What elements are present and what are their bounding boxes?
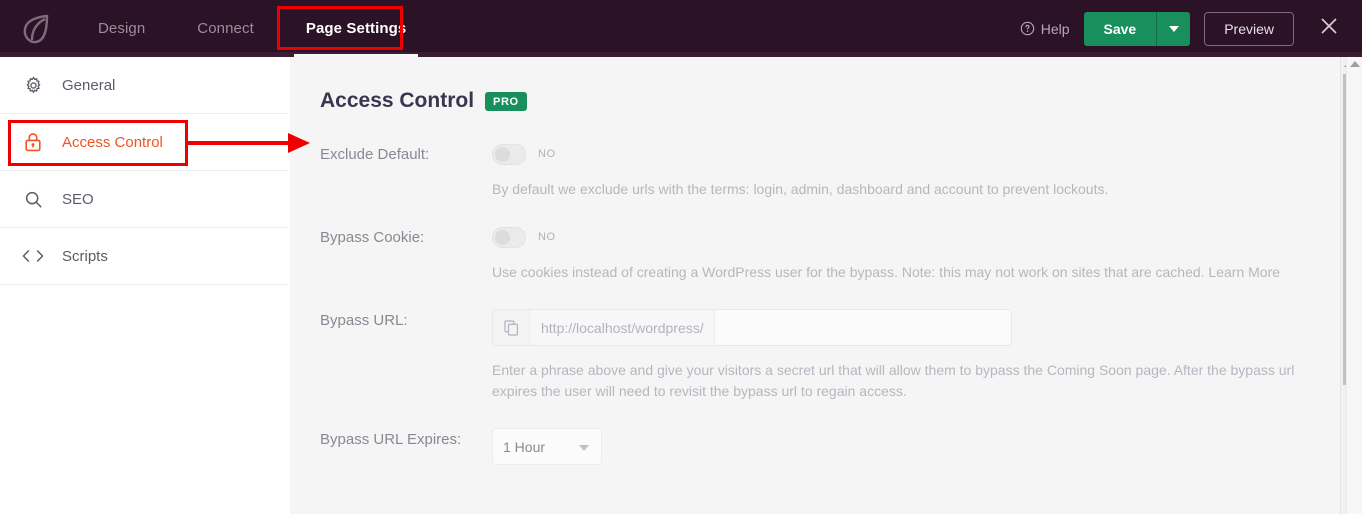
sidebar-item-access-control-label: Access Control: [62, 134, 163, 151]
window-scroll-up-button[interactable]: [1347, 57, 1362, 71]
row-exclude-default: Exclude Default: NO By default we exclud…: [320, 143, 1340, 200]
bypass-url-expires-label: Bypass URL Expires:: [320, 428, 492, 465]
tab-connect-label: Connect: [197, 20, 254, 37]
bypass-cookie-help: Use cookies instead of creating a WordPr…: [492, 262, 1302, 283]
bypass-url-field: http://localhost/wordpress/: [492, 309, 1012, 346]
code-brackets-icon: [22, 248, 44, 264]
page-title: Access Control: [320, 89, 474, 113]
chevron-down-icon: [1169, 26, 1179, 32]
settings-content-panel: Access Control PRO Exclude Default: NO B…: [290, 57, 1340, 514]
bypass-cookie-toggle[interactable]: [492, 227, 526, 248]
tab-page-settings[interactable]: Page Settings: [280, 0, 433, 57]
sidebar-item-seo-label: SEO: [62, 191, 94, 208]
row-bypass-url-expires: Bypass URL Expires: 1 Hour: [320, 428, 1340, 465]
toggle-knob: [495, 230, 510, 245]
tab-connect[interactable]: Connect: [171, 0, 280, 57]
sidebar-item-general-label: General: [62, 77, 115, 94]
toggle-knob: [495, 147, 510, 162]
bypass-url-expires-value: 1 Hour: [503, 439, 545, 455]
save-dropdown-toggle[interactable]: [1156, 12, 1190, 46]
exclude-default-toggle[interactable]: [492, 144, 526, 165]
save-button-group: Save: [1084, 12, 1191, 46]
app-logo[interactable]: [0, 0, 72, 57]
tab-design[interactable]: Design: [72, 0, 171, 57]
app-root: Design Connect Page Settings Help: [0, 0, 1362, 514]
help-label: Help: [1041, 21, 1070, 37]
exclude-default-label: Exclude Default:: [320, 143, 492, 200]
bypass-url-input[interactable]: [715, 310, 1011, 345]
bypass-url-help: Enter a phrase above and give your visit…: [492, 360, 1302, 402]
exclude-default-control: NO: [492, 143, 1340, 165]
save-button[interactable]: Save: [1084, 12, 1157, 46]
pro-badge: PRO: [485, 92, 527, 111]
exclude-default-help: By default we exclude urls with the term…: [492, 179, 1302, 200]
chevron-down-icon: [579, 445, 589, 451]
close-button[interactable]: [1312, 12, 1346, 46]
bypass-cookie-toggle-state: NO: [538, 231, 556, 243]
tab-page-settings-label: Page Settings: [306, 20, 407, 37]
page-header: Access Control PRO: [320, 89, 1340, 113]
bypass-url-prefix: http://localhost/wordpress/: [530, 310, 715, 345]
help-button[interactable]: Help: [1020, 21, 1070, 37]
top-bar-actions: Help Save Preview: [1020, 0, 1362, 57]
close-icon: [1320, 17, 1338, 40]
row-bypass-url: Bypass URL: http://localhost/wordpress/ …: [320, 309, 1340, 402]
bypass-cookie-control: NO: [492, 226, 1340, 248]
save-label: Save: [1104, 21, 1137, 37]
settings-sidebar: General Access Control SEO: [0, 57, 288, 514]
window-scrollbar[interactable]: [1346, 57, 1362, 514]
copy-icon[interactable]: [493, 310, 530, 345]
sidebar-item-scripts-label: Scripts: [62, 248, 108, 265]
bypass-cookie-label: Bypass Cookie:: [320, 226, 492, 283]
search-icon: [22, 190, 44, 209]
bypass-url-label: Bypass URL:: [320, 309, 492, 402]
sidebar-item-scripts[interactable]: Scripts: [0, 228, 288, 285]
sidebar-item-access-control[interactable]: Access Control: [0, 114, 288, 171]
leaf-logo-icon: [21, 13, 51, 45]
caret-up-icon: [1350, 61, 1360, 67]
bypass-url-expires-select[interactable]: 1 Hour: [492, 428, 602, 465]
tab-design-label: Design: [98, 20, 145, 37]
preview-button[interactable]: Preview: [1204, 12, 1294, 46]
main-nav-tabs: Design Connect Page Settings: [72, 0, 432, 57]
row-bypass-cookie: Bypass Cookie: NO Use cookies instead of…: [320, 226, 1340, 283]
preview-label: Preview: [1224, 21, 1274, 37]
lock-icon: [22, 132, 44, 152]
sidebar-item-general[interactable]: General: [0, 57, 288, 114]
top-bar: Design Connect Page Settings Help: [0, 0, 1362, 57]
question-circle-icon: [1020, 21, 1035, 36]
sidebar-item-seo[interactable]: SEO: [0, 171, 288, 228]
gear-icon: [22, 76, 44, 95]
exclude-default-toggle-state: NO: [538, 148, 556, 160]
